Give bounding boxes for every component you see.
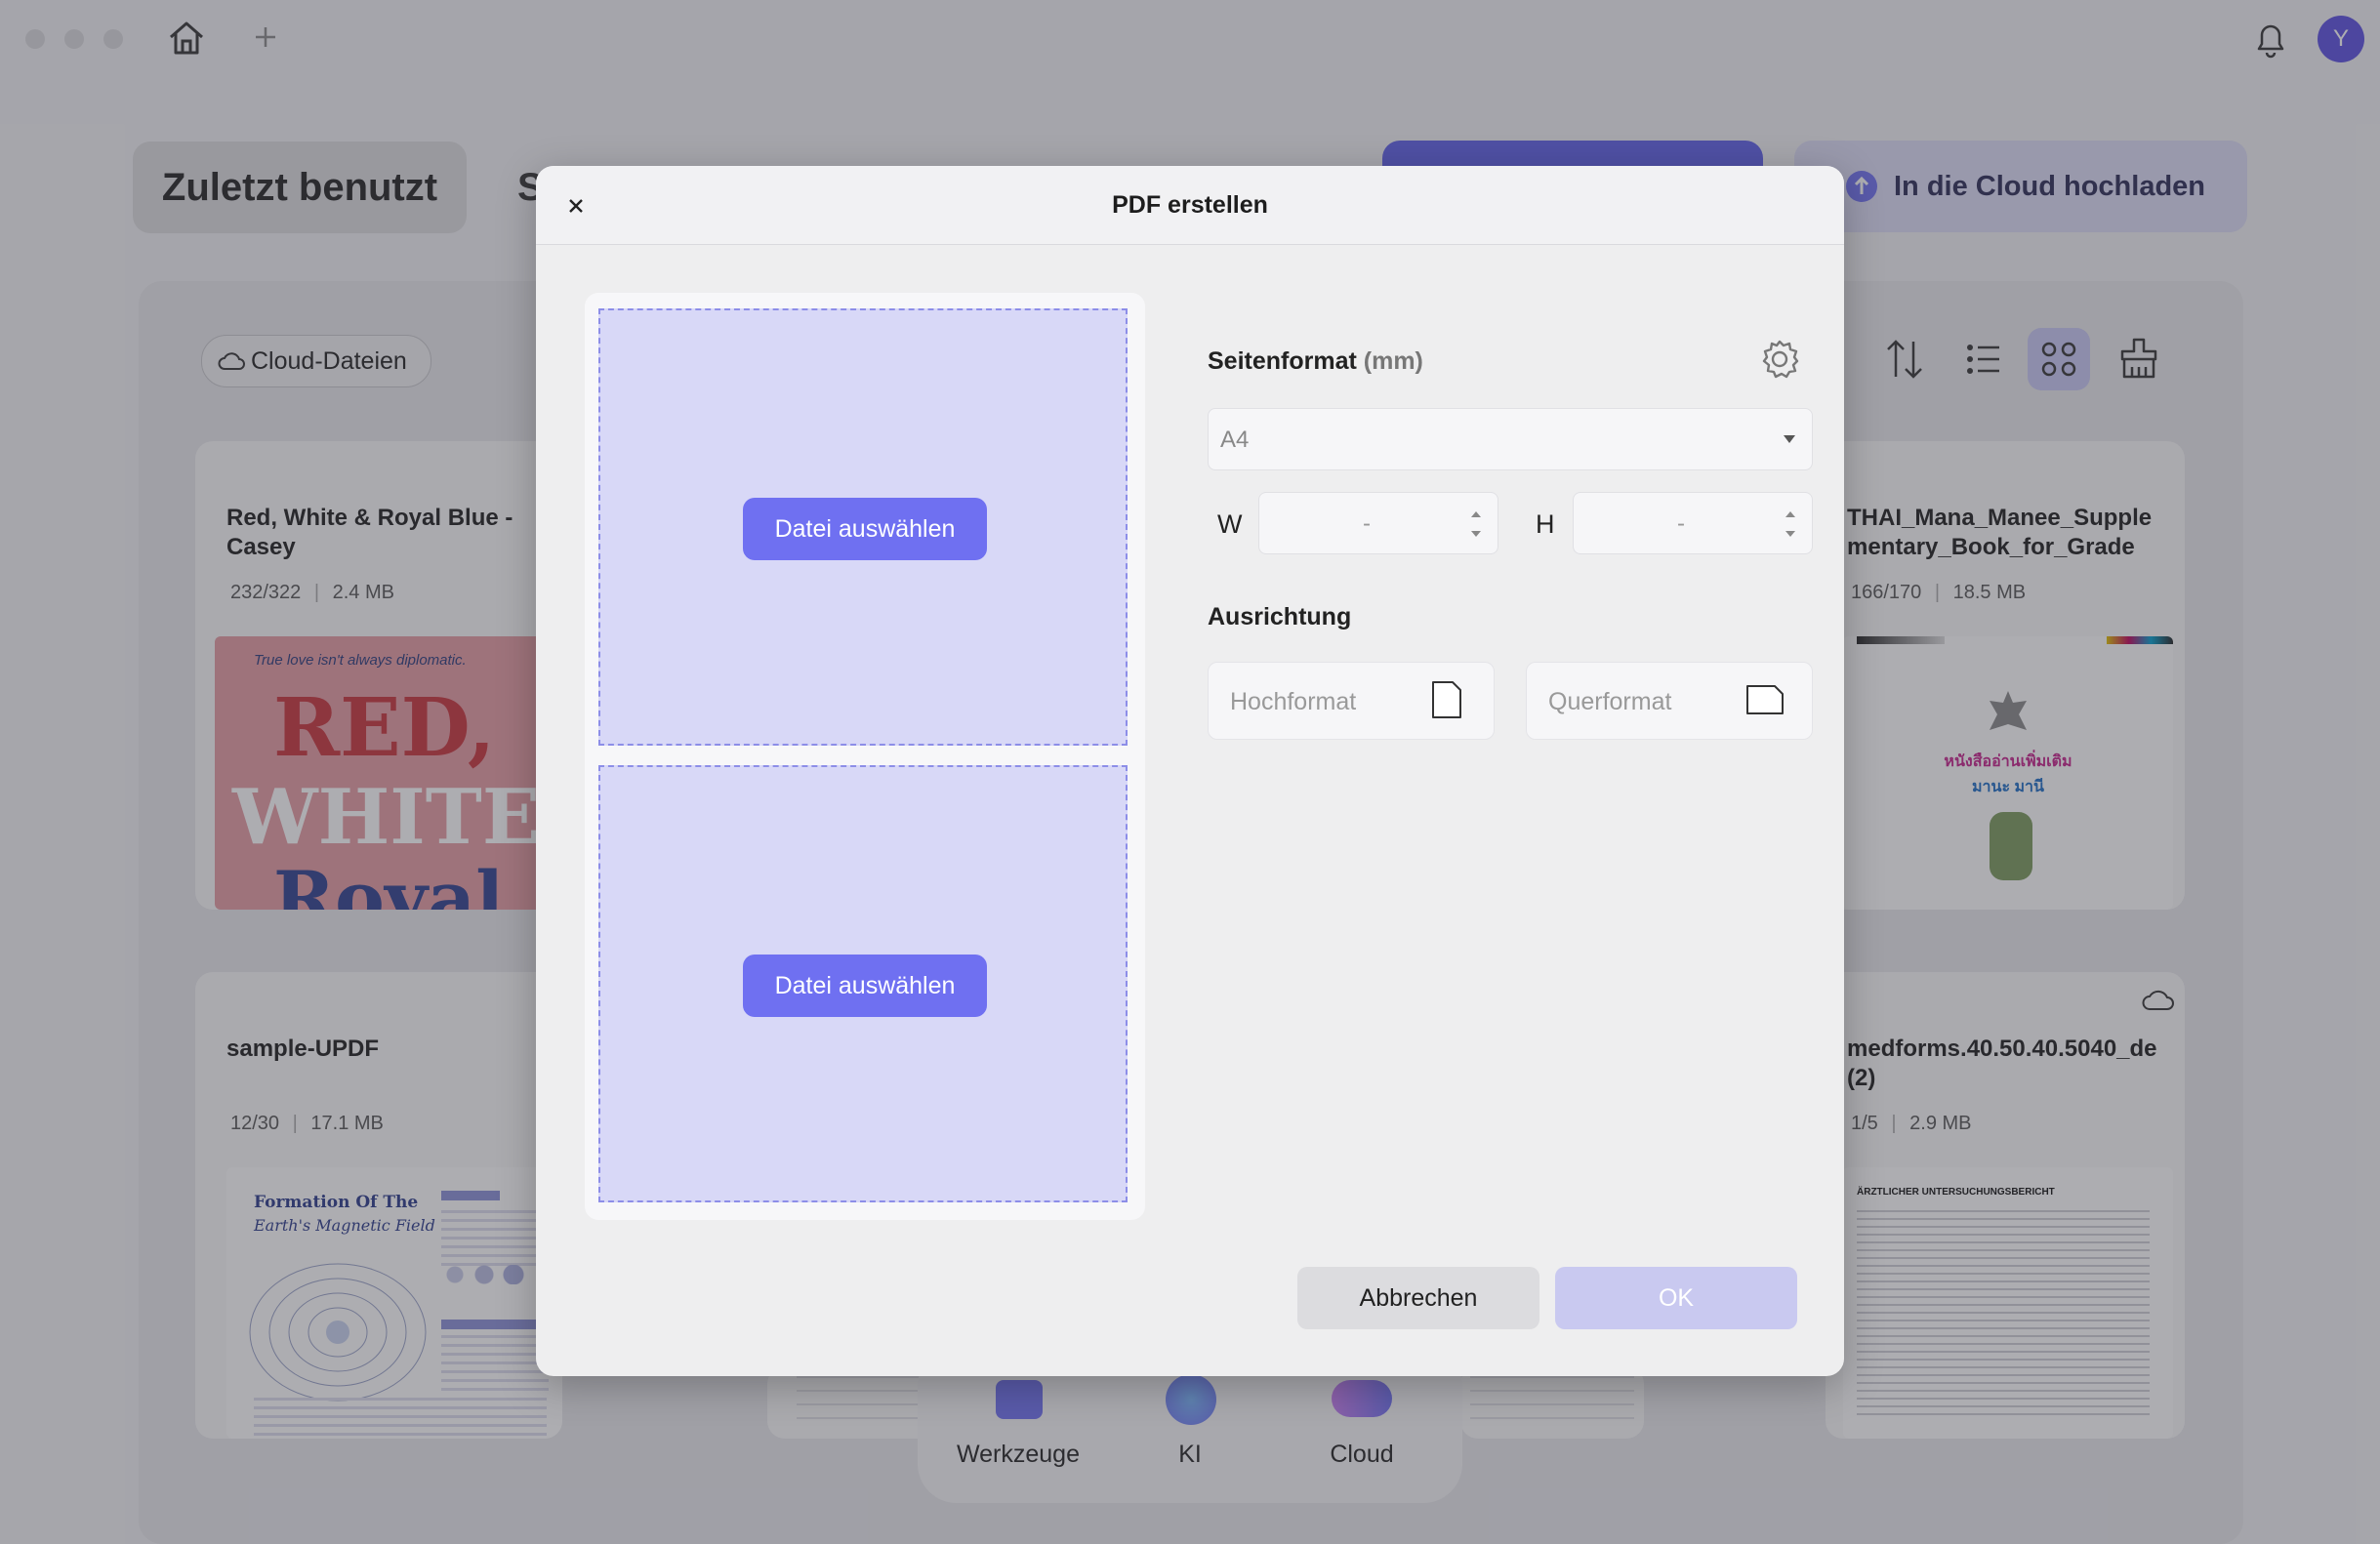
orientation-label: Ausrichtung [1208,603,1352,630]
gear-icon[interactable] [1758,338,1801,381]
landscape-option[interactable]: Querformat [1526,662,1813,740]
page-format-heading: Seitenformat (mm) [1208,347,1423,376]
select-file-button-1[interactable]: Datei auswählen [743,498,987,560]
dialog-header: PDF erstellen [536,166,1844,245]
stepper-arrows-icon[interactable] [1783,505,1798,544]
height-label: H [1536,509,1555,539]
dialog-title: PDF erstellen [1112,191,1268,219]
stepper-arrows-icon[interactable] [1468,505,1484,544]
portrait-option[interactable]: Hochformat [1208,662,1495,740]
file-drop-zone-2[interactable]: Datei auswählen [598,765,1128,1202]
width-value: - [1363,510,1371,537]
landscape-label: Querformat [1548,688,1672,715]
file-drop-panel: Datei auswählen Datei auswählen [585,293,1145,1220]
cancel-button[interactable]: Abbrechen [1297,1267,1539,1329]
select-file-button-2[interactable]: Datei auswählen [743,955,987,1017]
page-format-select[interactable]: A4 [1208,408,1813,470]
width-stepper[interactable]: - [1258,492,1498,554]
chevron-down-icon [1784,435,1795,443]
create-pdf-dialog: PDF erstellen Datei auswählen Datei ausw… [536,166,1844,1376]
file-drop-zone-1[interactable]: Datei auswählen [598,308,1128,746]
page-format-unit: (mm) [1363,347,1423,375]
page-format-label: Seitenformat [1208,347,1357,375]
landscape-page-icon [1746,685,1784,714]
portrait-label: Hochformat [1230,688,1357,715]
portrait-page-icon [1432,681,1461,718]
width-label: W [1217,509,1243,539]
ok-button[interactable]: OK [1555,1267,1797,1329]
height-stepper[interactable]: - [1573,492,1813,554]
height-value: - [1677,510,1685,537]
page-format-value: A4 [1220,427,1250,453]
